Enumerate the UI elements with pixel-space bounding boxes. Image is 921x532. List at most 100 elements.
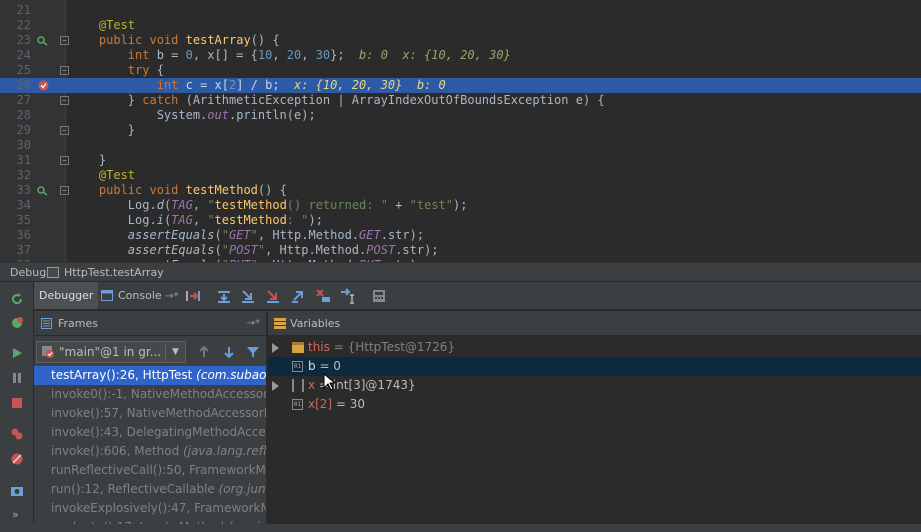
frame-method: invoke0():-1, NativeMethodAccessorIm [51, 387, 267, 401]
variables-icon [274, 318, 286, 329]
drop-frame-icon[interactable] [315, 288, 331, 304]
arrow-up-icon[interactable] [197, 345, 211, 359]
frame-item[interactable]: invokeExplosively():47, FrameworkMe [34, 499, 266, 518]
force-step-into-icon[interactable] [265, 288, 281, 304]
filter-icon[interactable] [246, 345, 260, 359]
code-line[interactable]: 33 public void testMethod() { [0, 183, 921, 198]
code-line[interactable]: 21 [0, 3, 921, 18]
line-number: 34 [16, 198, 31, 212]
view-breakpoints-icon[interactable] [10, 427, 24, 441]
mute-breakpoints-icon[interactable] [10, 452, 24, 466]
stop-rerun-icon[interactable] [10, 316, 24, 330]
code-text: System.out.println(e); [70, 108, 316, 123]
code-line[interactable]: 23 public void testArray() { [0, 33, 921, 48]
code-source: public void testArray() { [98, 33, 280, 47]
pin-icon: →* [165, 291, 179, 302]
frame-item[interactable]: runReflectiveCall():50, FrameworkMet [34, 461, 266, 480]
fold-icon[interactable] [59, 185, 70, 196]
stop-icon[interactable] [10, 396, 24, 410]
fold-icon[interactable] [59, 155, 70, 166]
variables-title: Variables [290, 317, 341, 330]
tab-debugger[interactable]: Debugger [34, 282, 99, 309]
rerun-icon[interactable] [10, 292, 24, 306]
code-line[interactable]: 36 assertEquals("GET", Http.Method.GET.s… [0, 228, 921, 243]
line-number: 32 [16, 168, 31, 182]
run-test-icon[interactable] [37, 185, 48, 196]
show-execution-point-icon[interactable] [185, 288, 201, 304]
variable-row[interactable]: 01 b = 0 [268, 357, 921, 376]
code-editor[interactable]: 21 22 @Test 23 public void testArray() {24… [0, 0, 921, 262]
debug-toolbar: Debugger Console →* [34, 282, 921, 310]
code-line[interactable]: 28 System.out.println(e); [0, 108, 921, 123]
code-text: @Test [70, 18, 135, 33]
code-line[interactable]: 30 [0, 138, 921, 153]
pin-icon[interactable]: →* [247, 311, 260, 336]
variable-text: x[2] = 30 [308, 395, 365, 414]
frame-item[interactable]: invoke():57, NativeMethodAccessorIm [34, 404, 267, 423]
camera-icon[interactable] [10, 484, 24, 498]
line-number: 25 [16, 63, 31, 77]
debug-config-icon [47, 267, 59, 278]
variable-row[interactable]: x = int[3]@1743} [268, 376, 921, 395]
chevron-down-icon[interactable]: ▼ [165, 342, 185, 362]
code-text: public void testMethod() { [70, 183, 287, 198]
fold-icon[interactable] [59, 95, 70, 106]
variable-row[interactable]: this = {HttpTest@1726} [268, 338, 921, 357]
code-line[interactable]: 31 } [0, 153, 921, 168]
code-line[interactable]: 27 } catch (ArithmeticException | ArrayI… [0, 93, 921, 108]
code-line[interactable]: 26 int c = x[2] / b; x: {10, 20, 30} b: … [0, 78, 921, 93]
frame-method: invoke():43, DelegatingMethodAccess [51, 425, 267, 439]
code-line[interactable]: 22 @Test [0, 18, 921, 33]
code-source: Log.i(TAG, "testMethod: "); [70, 213, 323, 227]
run-test-icon[interactable] [37, 35, 48, 46]
code-source: @Test [98, 18, 136, 32]
more-chevron-icon[interactable]: » [12, 508, 19, 521]
variables-header: Variables [268, 311, 921, 336]
frame-method: run():12, ReflectiveCallable [51, 482, 219, 496]
code-source: Log.d(TAG, "testMethod() returned: " + "… [70, 198, 468, 212]
code-text: assertEquals("GET", Http.Method.GET.str)… [70, 228, 424, 243]
run-to-cursor-icon[interactable] [340, 288, 356, 304]
primitive-field-icon: 01 [292, 361, 303, 372]
fold-icon[interactable] [59, 35, 70, 46]
pause-icon[interactable] [10, 371, 24, 385]
line-number: 24 [16, 48, 31, 62]
fold-icon[interactable] [59, 65, 70, 76]
line-number: 29 [16, 123, 31, 137]
frame-class: (org.junit.i [218, 482, 266, 496]
code-source: int c = x[2] / b; [156, 78, 294, 92]
frame-item[interactable]: run():12, ReflectiveCallable (org.junit.… [34, 480, 266, 499]
step-out-icon[interactable] [290, 288, 306, 304]
code-text: } [70, 123, 135, 138]
inline-debug-value: b: 0 x: {10, 20, 30} [359, 48, 511, 62]
frame-method: testArray():26, HttpTest [51, 368, 197, 382]
fold-icon[interactable] [59, 125, 70, 136]
frame-item[interactable]: invoke():43, DelegatingMethodAccess [34, 423, 267, 442]
breakpoint-icon[interactable] [38, 80, 49, 91]
frame-item[interactable]: invoke():606, Method (java.lang.reflec [34, 442, 266, 461]
arrow-down-icon[interactable] [222, 345, 236, 359]
step-into-icon[interactable] [240, 288, 256, 304]
variable-row[interactable]: 01 x[2] = 30 [268, 395, 921, 414]
code-line[interactable]: 29 } [0, 123, 921, 138]
frame-item[interactable]: testArray():26, HttpTest (com.subao.c [34, 366, 266, 385]
code-line[interactable]: 24 int b = 0, x[] = {10, 20, 30}; b: 0 x… [0, 48, 921, 63]
inline-debug-value: x: {10, 20, 30} b: 0 [294, 78, 446, 92]
expand-arrow-icon[interactable] [272, 343, 279, 353]
expand-arrow-icon[interactable] [272, 381, 279, 391]
code-line[interactable]: 25 try { [0, 63, 921, 78]
evaluate-expression-icon[interactable] [371, 288, 387, 304]
frame-item[interactable]: invoke0():-1, NativeMethodAccessorIm [34, 385, 267, 404]
code-line[interactable]: 35 Log.i(TAG, "testMethod: "); [0, 213, 921, 228]
debug-left-toolbar: » [0, 282, 34, 532]
resume-icon[interactable] [10, 346, 24, 360]
debug-config-name: HttpTest.testArray [64, 266, 164, 279]
code-line[interactable]: 37 assertEquals("POST", Http.Method.POST… [0, 243, 921, 258]
code-line[interactable]: 32 @Test [0, 168, 921, 183]
code-line[interactable]: 34 Log.d(TAG, "testMethod() returned: " … [0, 198, 921, 213]
step-over-icon[interactable] [216, 288, 232, 304]
tab-console[interactable]: Console →* [96, 282, 184, 309]
status-strip [0, 524, 921, 532]
frame-method: invoke():57, NativeMethodAccessorIm [51, 406, 267, 420]
thread-selector[interactable]: "main"@1 in gr... ▼ [36, 341, 186, 363]
